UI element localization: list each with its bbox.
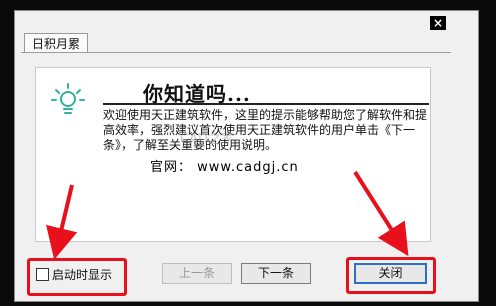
arrow-to-close [353,170,409,257]
annotation-arrows [46,170,409,260]
arrow-to-startup [46,184,78,260]
